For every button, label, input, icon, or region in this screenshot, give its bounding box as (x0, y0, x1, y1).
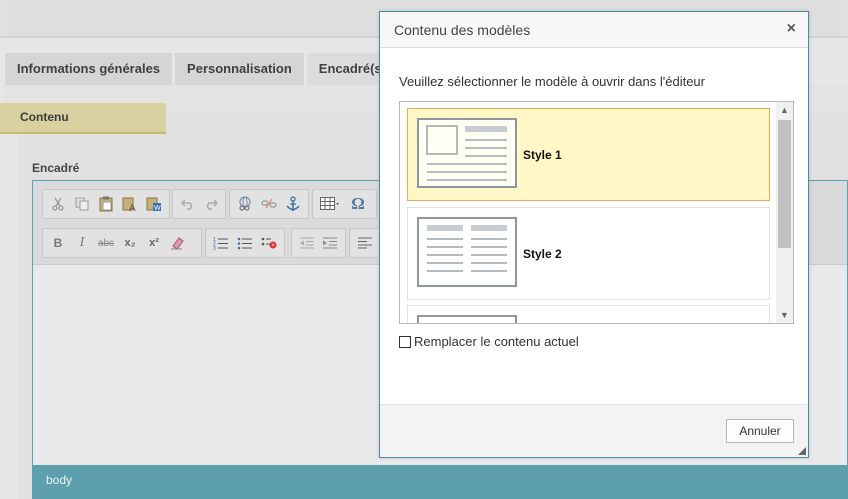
close-icon[interactable]: × (787, 21, 796, 37)
template-thumbnail-style-2 (417, 217, 517, 287)
template-list-scrollbar[interactable]: ▲ ▼ (776, 102, 793, 323)
link-group (229, 189, 309, 219)
scrollbar-thumb[interactable] (778, 120, 791, 248)
tab-bar: Informations générales Personnalisation … (5, 53, 401, 85)
undo-group (172, 189, 226, 219)
scroll-down-icon[interactable]: ▼ (776, 307, 793, 323)
list-style-icon[interactable]: × (257, 231, 281, 255)
special-char-icon[interactable]: Ω (346, 192, 370, 216)
scroll-up-icon[interactable]: ▲ (776, 102, 793, 118)
align-group (349, 228, 379, 258)
template-item-partial[interactable] (407, 305, 770, 323)
link-icon[interactable] (233, 192, 257, 216)
bold-button[interactable]: B (46, 231, 70, 255)
template-thumbnail-partial (417, 315, 517, 323)
editor-path-bar[interactable]: body (33, 465, 848, 499)
numbered-list-icon[interactable]: 123 (209, 231, 233, 255)
insert-group: Ω (312, 189, 377, 219)
template-label: Style 1 (523, 148, 562, 162)
svg-text:W: W (154, 205, 161, 212)
strike-button[interactable]: abc (94, 231, 118, 255)
svg-text:A: A (129, 203, 136, 212)
templates-dialog: Contenu des modèles × Veuillez sélection… (379, 11, 809, 458)
resize-handle-icon[interactable] (798, 447, 806, 455)
replace-content-checkbox[interactable] (399, 335, 411, 348)
paste-word-icon[interactable]: W (142, 192, 166, 216)
cut-icon[interactable] (46, 192, 70, 216)
redo-icon[interactable] (199, 192, 222, 216)
template-list-inner: Style 1 Style 2 (400, 102, 776, 323)
svg-text:3: 3 (213, 246, 216, 250)
svg-text:×: × (271, 243, 275, 249)
section-label: Encadré (32, 161, 80, 175)
list-group: 123 × (205, 228, 285, 258)
subscript-button[interactable]: x₂ (118, 231, 142, 255)
clipboard-group: A W (42, 189, 170, 219)
tab-personnalisation[interactable]: Personnalisation (175, 53, 304, 85)
indent-group (291, 228, 346, 258)
template-list[interactable]: Style 1 Style 2 ▲ ▼ (399, 101, 794, 324)
dialog-instruction: Veuillez sélectionner le modèle à ouvrir… (399, 74, 705, 89)
basic-styles-group: B I abc x₂ x² (42, 228, 202, 258)
anchor-icon[interactable] (281, 192, 305, 216)
italic-button[interactable]: I (70, 231, 94, 255)
template-item-style-2[interactable]: Style 2 (407, 207, 770, 300)
dialog-title: Contenu des modèles (394, 22, 531, 38)
copy-icon[interactable] (70, 192, 94, 216)
template-item-style-1[interactable]: Style 1 (407, 108, 770, 201)
indent-icon[interactable] (319, 231, 343, 255)
template-thumbnail-style-1 (417, 118, 517, 188)
paste-icon[interactable] (94, 192, 118, 216)
align-left-icon[interactable] (353, 231, 376, 255)
unlink-icon[interactable] (257, 192, 281, 216)
bulleted-list-icon[interactable] (233, 231, 257, 255)
tab-contenu[interactable]: Contenu (0, 103, 166, 134)
replace-content-option[interactable]: Remplacer le contenu actuel (399, 334, 579, 349)
outdent-icon[interactable] (295, 231, 319, 255)
dialog-footer: Annuler (380, 404, 808, 457)
dialog-header[interactable]: Contenu des modèles × (380, 12, 808, 48)
paste-text-icon[interactable]: A (118, 192, 142, 216)
undo-icon[interactable] (176, 192, 199, 216)
remove-format-icon[interactable] (166, 231, 190, 255)
cancel-button[interactable]: Annuler (726, 419, 794, 443)
superscript-button[interactable]: x² (142, 231, 166, 255)
tab-informations-generales[interactable]: Informations générales (5, 53, 173, 85)
template-label: Style 2 (523, 247, 562, 261)
table-icon[interactable] (316, 192, 346, 216)
replace-content-label[interactable]: Remplacer le contenu actuel (414, 334, 579, 349)
